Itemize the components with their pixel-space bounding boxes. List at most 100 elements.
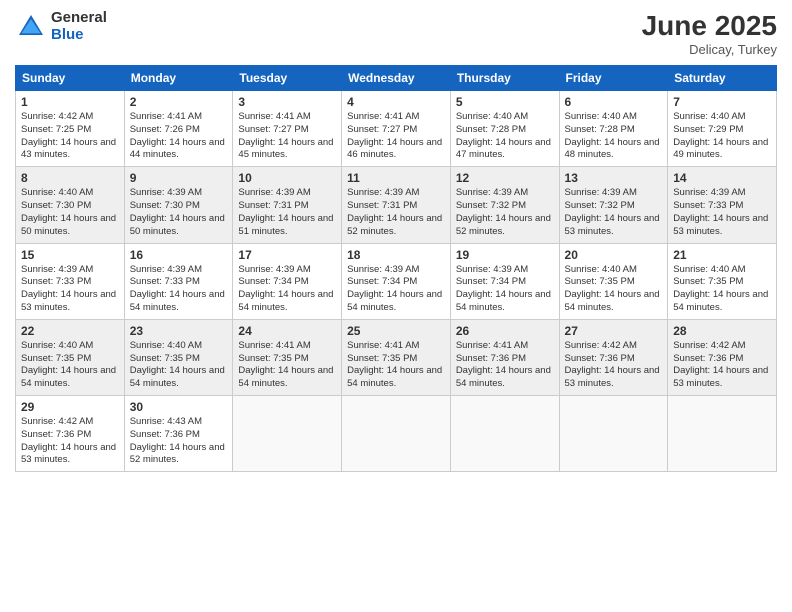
day-info: Sunrise: 4:41 AM Sunset: 7:35 PM Dayligh… <box>238 340 336 391</box>
day-number: 18 <box>347 248 445 262</box>
day-number: 20 <box>565 248 663 262</box>
calendar-row: 15 Sunrise: 4:39 AM Sunset: 7:33 PM Dayli… <box>16 243 777 319</box>
day-info: Sunrise: 4:41 AM Sunset: 7:35 PM Dayligh… <box>347 340 445 391</box>
day-number: 19 <box>456 248 554 262</box>
day-number: 4 <box>347 95 445 109</box>
table-cell: 20Sunrise: 4:40 AM Sunset: 7:35 PM Dayli… <box>559 243 668 319</box>
table-cell: 24 Sunrise: 4:41 AM Sunset: 7:35 PM Dayli… <box>233 319 342 395</box>
table-cell <box>559 396 668 472</box>
day-number: 10 <box>238 171 336 185</box>
day-info: Sunrise: 4:39 AM Sunset: 7:34 PM Dayligh… <box>238 264 336 315</box>
table-cell: 9Sunrise: 4:39 AM Sunset: 7:30 PM Daylig… <box>124 167 233 243</box>
day-info: Sunrise: 4:40 AM Sunset: 7:35 PM Dayligh… <box>673 264 771 315</box>
day-info: Sunrise: 4:39 AM Sunset: 7:33 PM Dayligh… <box>21 264 119 315</box>
col-saturday: Saturday <box>668 66 777 91</box>
calendar-row: 29Sunrise: 4:42 AM Sunset: 7:36 PM Dayli… <box>16 396 777 472</box>
table-cell: 30 Sunrise: 4:43 AM Sunset: 7:36 PM Dayli… <box>124 396 233 472</box>
page: General Blue June 2025 Delicay, Turkey S… <box>0 0 792 612</box>
table-cell: 14Sunrise: 4:39 AM Sunset: 7:33 PM Dayli… <box>668 167 777 243</box>
day-number: 5 <box>456 95 554 109</box>
logo-icon <box>15 11 47 43</box>
day-info: Sunrise: 4:40 AM Sunset: 7:30 PM Dayligh… <box>21 187 119 238</box>
table-cell: 5 Sunrise: 4:40 AM Sunset: 7:28 PM Daylig… <box>450 91 559 167</box>
calendar-row: 1 Sunrise: 4:42 AM Sunset: 7:25 PM Daylig… <box>16 91 777 167</box>
day-number: 13 <box>565 171 663 185</box>
day-number: 27 <box>565 324 663 338</box>
table-cell: 28 Sunrise: 4:42 AM Sunset: 7:36 PM Dayli… <box>668 319 777 395</box>
table-cell: 21 Sunrise: 4:40 AM Sunset: 7:35 PM Dayli… <box>668 243 777 319</box>
day-info: Sunrise: 4:42 AM Sunset: 7:36 PM Dayligh… <box>21 416 119 467</box>
day-info: Sunrise: 4:39 AM Sunset: 7:31 PM Dayligh… <box>238 187 336 238</box>
day-number: 30 <box>130 400 228 414</box>
day-number: 11 <box>347 171 445 185</box>
day-info: Sunrise: 4:41 AM Sunset: 7:36 PM Dayligh… <box>456 340 554 391</box>
day-info: Sunrise: 4:42 AM Sunset: 7:36 PM Dayligh… <box>565 340 663 391</box>
table-cell <box>450 396 559 472</box>
day-number: 25 <box>347 324 445 338</box>
day-info: Sunrise: 4:43 AM Sunset: 7:36 PM Dayligh… <box>130 416 228 467</box>
logo-blue: Blue <box>51 27 107 44</box>
col-tuesday: Tuesday <box>233 66 342 91</box>
calendar-row: 22 Sunrise: 4:40 AM Sunset: 7:35 PM Dayli… <box>16 319 777 395</box>
day-number: 8 <box>21 171 119 185</box>
day-info: Sunrise: 4:39 AM Sunset: 7:33 PM Dayligh… <box>130 264 228 315</box>
day-info: Sunrise: 4:42 AM Sunset: 7:25 PM Dayligh… <box>21 111 119 162</box>
day-number: 16 <box>130 248 228 262</box>
table-cell: 4 Sunrise: 4:41 AM Sunset: 7:27 PM Daylig… <box>342 91 451 167</box>
day-number: 21 <box>673 248 771 262</box>
table-cell: 22 Sunrise: 4:40 AM Sunset: 7:35 PM Dayli… <box>16 319 125 395</box>
day-info: Sunrise: 4:39 AM Sunset: 7:34 PM Dayligh… <box>456 264 554 315</box>
day-info: Sunrise: 4:41 AM Sunset: 7:26 PM Dayligh… <box>130 111 228 162</box>
table-cell: 29Sunrise: 4:42 AM Sunset: 7:36 PM Dayli… <box>16 396 125 472</box>
header-row: Sunday Monday Tuesday Wednesday Thursday… <box>16 66 777 91</box>
table-cell: 17 Sunrise: 4:39 AM Sunset: 7:34 PM Dayli… <box>233 243 342 319</box>
day-info: Sunrise: 4:39 AM Sunset: 7:34 PM Dayligh… <box>347 264 445 315</box>
table-cell: 18 Sunrise: 4:39 AM Sunset: 7:34 PM Dayli… <box>342 243 451 319</box>
title-block: June 2025 Delicay, Turkey <box>642 10 777 57</box>
calendar-row: 8 Sunrise: 4:40 AM Sunset: 7:30 PM Daylig… <box>16 167 777 243</box>
table-cell <box>668 396 777 472</box>
col-wednesday: Wednesday <box>342 66 451 91</box>
title-location: Delicay, Turkey <box>642 42 777 57</box>
day-info: Sunrise: 4:40 AM Sunset: 7:29 PM Dayligh… <box>673 111 771 162</box>
day-number: 17 <box>238 248 336 262</box>
col-sunday: Sunday <box>16 66 125 91</box>
day-info: Sunrise: 4:40 AM Sunset: 7:35 PM Dayligh… <box>21 340 119 391</box>
table-cell: 16 Sunrise: 4:39 AM Sunset: 7:33 PM Dayli… <box>124 243 233 319</box>
day-number: 1 <box>21 95 119 109</box>
day-number: 15 <box>21 248 119 262</box>
table-cell: 11 Sunrise: 4:39 AM Sunset: 7:31 PM Dayli… <box>342 167 451 243</box>
table-cell: 10 Sunrise: 4:39 AM Sunset: 7:31 PM Dayli… <box>233 167 342 243</box>
table-cell: 23 Sunrise: 4:40 AM Sunset: 7:35 PM Dayli… <box>124 319 233 395</box>
day-info: Sunrise: 4:39 AM Sunset: 7:31 PM Dayligh… <box>347 187 445 238</box>
day-info: Sunrise: 4:40 AM Sunset: 7:28 PM Dayligh… <box>456 111 554 162</box>
table-cell: 7 Sunrise: 4:40 AM Sunset: 7:29 PM Daylig… <box>668 91 777 167</box>
day-info: Sunrise: 4:40 AM Sunset: 7:28 PM Dayligh… <box>565 111 663 162</box>
day-number: 14 <box>673 171 771 185</box>
day-info: Sunrise: 4:39 AM Sunset: 7:32 PM Dayligh… <box>565 187 663 238</box>
day-info: Sunrise: 4:40 AM Sunset: 7:35 PM Dayligh… <box>130 340 228 391</box>
table-cell <box>342 396 451 472</box>
day-number: 22 <box>21 324 119 338</box>
logo: General Blue <box>15 10 107 43</box>
day-info: Sunrise: 4:41 AM Sunset: 7:27 PM Dayligh… <box>347 111 445 162</box>
day-number: 7 <box>673 95 771 109</box>
header: General Blue June 2025 Delicay, Turkey <box>15 10 777 57</box>
table-cell: 2Sunrise: 4:41 AM Sunset: 7:26 PM Daylig… <box>124 91 233 167</box>
day-number: 23 <box>130 324 228 338</box>
day-info: Sunrise: 4:39 AM Sunset: 7:32 PM Dayligh… <box>456 187 554 238</box>
table-cell: 3Sunrise: 4:41 AM Sunset: 7:27 PM Daylig… <box>233 91 342 167</box>
col-monday: Monday <box>124 66 233 91</box>
calendar-table: Sunday Monday Tuesday Wednesday Thursday… <box>15 65 777 472</box>
day-number: 24 <box>238 324 336 338</box>
table-cell: 15 Sunrise: 4:39 AM Sunset: 7:33 PM Dayli… <box>16 243 125 319</box>
day-number: 26 <box>456 324 554 338</box>
day-number: 3 <box>238 95 336 109</box>
col-thursday: Thursday <box>450 66 559 91</box>
logo-general: General <box>51 10 107 27</box>
table-cell: 19 Sunrise: 4:39 AM Sunset: 7:34 PM Dayli… <box>450 243 559 319</box>
day-number: 28 <box>673 324 771 338</box>
day-number: 12 <box>456 171 554 185</box>
day-info: Sunrise: 4:42 AM Sunset: 7:36 PM Dayligh… <box>673 340 771 391</box>
table-cell: 8 Sunrise: 4:40 AM Sunset: 7:30 PM Daylig… <box>16 167 125 243</box>
